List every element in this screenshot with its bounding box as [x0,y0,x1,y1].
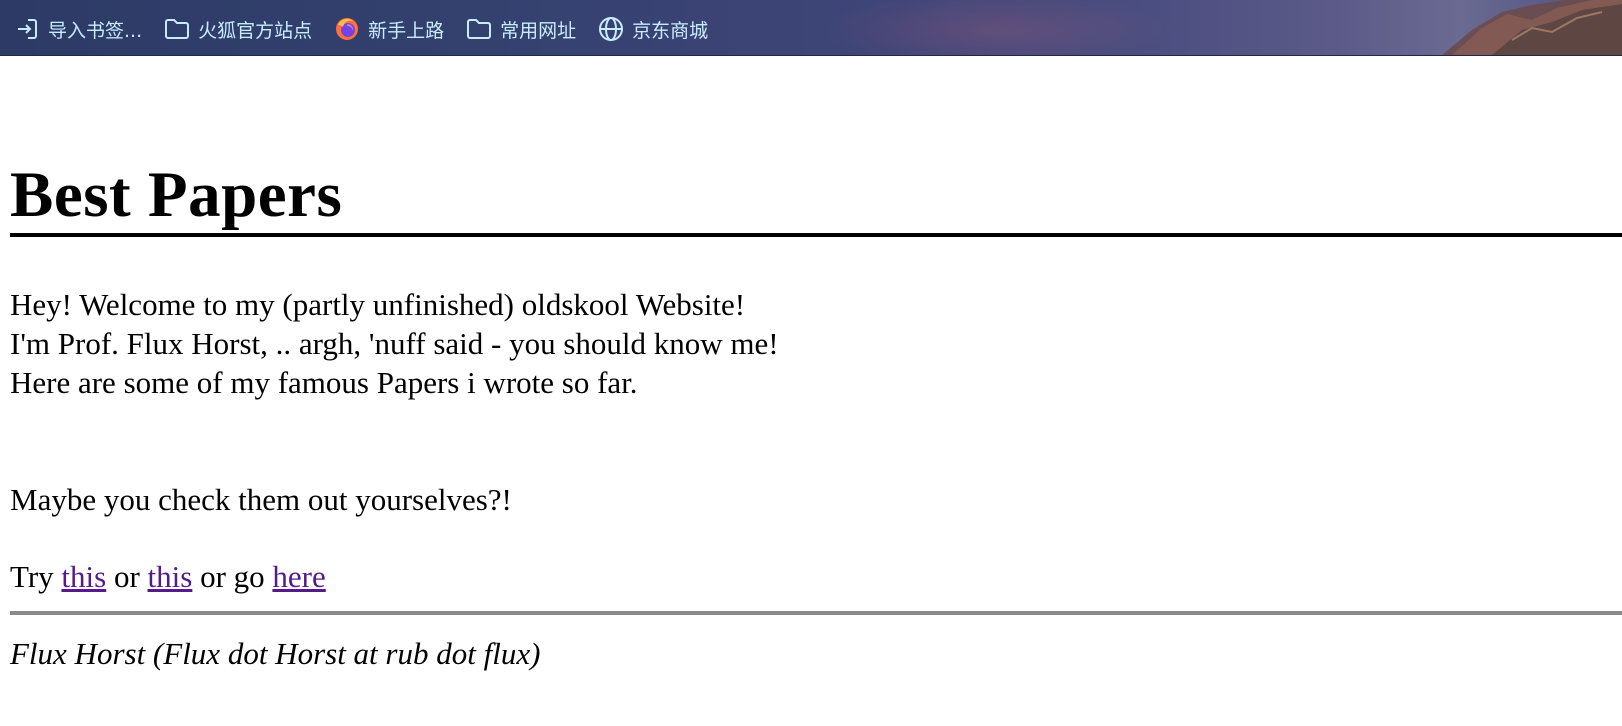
intro-line: Here are some of my famous Papers i wrot… [10,365,638,400]
bookmark-import[interactable]: 导入书签... [14,15,142,43]
divider [10,611,1622,615]
try-separator: or [106,559,148,594]
page-content: Best Papers Hey! Welcome to my (partly u… [10,55,1622,673]
folder-icon [164,16,190,42]
bookmark-label: 火狐官方站点 [198,19,313,42]
paper-link-1[interactable]: this [61,559,106,594]
bookmark-label: 常用网址 [500,19,577,42]
bookmark-common-sites[interactable]: 常用网址 [466,15,576,43]
bookmark-label: 京东商城 [632,19,709,42]
globe-icon [598,16,624,42]
intro-line: Hey! Welcome to my (partly unfinished) o… [10,287,746,322]
bookmark-firefox-official[interactable]: 火狐官方站点 [164,15,312,43]
here-link[interactable]: here [272,559,325,594]
intro-line: I'm Prof. Flux Horst, .. argh, 'nuff sai… [10,326,779,361]
try-separator: or go [192,559,273,594]
folder-icon [466,16,492,42]
footer-address: Flux Horst (Flux dot Horst at rub dot fl… [10,636,541,671]
bookmarks-list: 导入书签... 火狐官方站点 新手上路 常用网址 京东商城 [14,15,730,43]
firefox-icon [334,16,360,42]
bookmarks-toolbar: 导入书签... 火狐官方站点 新手上路 常用网址 京东商城 [0,0,1622,56]
bookmark-label: 导入书签... [48,19,143,42]
import-icon [14,16,40,42]
bookmark-jd[interactable]: 京东商城 [598,15,708,43]
toolbar-theme-mountain [1382,0,1622,55]
page-title: Best Papers [10,157,1622,237]
bookmark-getting-started[interactable]: 新手上路 [334,15,444,43]
toolbar-theme-cloud [820,0,1180,55]
bookmark-label: 新手上路 [368,19,445,42]
check-text: Maybe you check them out yourselves?! [10,482,512,517]
try-line: Try this or this or go here [10,557,1622,596]
try-prefix: Try [10,559,62,594]
paper-link-2[interactable]: this [148,559,193,594]
intro-text: Hey! Welcome to my (partly unfinished) o… [10,285,1622,402]
